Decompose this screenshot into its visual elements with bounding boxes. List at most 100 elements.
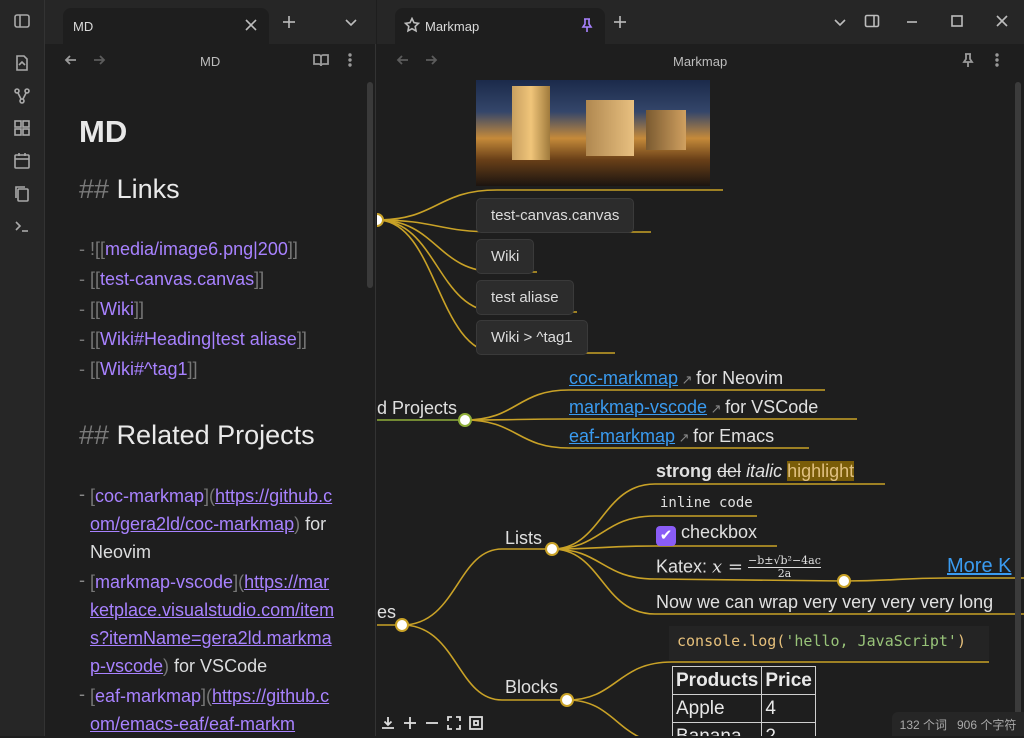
edge-vscode [464,418,857,421]
page-title: MD [79,114,128,149]
node-checkbox[interactable]: ✔ checkbox [656,522,757,546]
link-bracket-open: [[ [90,359,101,379]
project-item[interactable]: [coc-markmap](https://github.com/gera2ld… [90,482,335,566]
heading-text: Links [116,174,180,204]
markmap-toolbar [380,712,484,734]
back-arrow-icon[interactable] [63,52,81,70]
link-bracket-open: [[ [90,299,101,319]
node-aliase[interactable]: test aliase [476,280,574,315]
dash: - [79,329,85,349]
close-window-icon[interactable] [994,13,1010,32]
list-item[interactable]: - [[Wiki#^tag1]] [79,359,198,380]
dash: - [79,570,85,590]
tab-markmap[interactable]: Markmap [395,8,605,44]
editor-scrollbar[interactable] [367,82,373,288]
node-dot [458,413,472,427]
new-tab-icon[interactable] [281,14,297,33]
zoom-in-icon[interactable] [402,715,418,731]
node-coc[interactable]: coc-markmap ↗ for Neovim [569,368,783,389]
maximize-icon[interactable] [949,13,965,32]
canvas-icon[interactable] [12,118,32,138]
eaf-link[interactable]: eaf-markmap [569,426,675,446]
list-item[interactable]: - [[Wiki#Heading|test aliase]] [79,329,307,350]
node-eaf[interactable]: eaf-markmap ↗ for Emacs [569,426,774,447]
zoom-out-icon[interactable] [424,715,440,731]
list-item[interactable]: - [[test-canvas.canvas]] [79,269,264,290]
more-options-icon[interactable] [342,52,360,70]
link-bracket-open: ![[ [90,239,106,259]
terminal-icon[interactable] [12,216,32,236]
view-header: MD [45,44,375,78]
copy-icon[interactable] [12,184,32,204]
node-canvas[interactable]: test-canvas.canvas [476,198,635,233]
markmap-scrollbar[interactable] [1015,82,1021,736]
table-row: Apple 4 [671,694,816,723]
fit-view-icon[interactable] [446,715,462,731]
tab-list-chevron-icon[interactable] [343,14,359,33]
dash: - [79,484,85,504]
tab-bar-right: Markmap [377,0,1024,44]
pin-icon[interactable] [579,17,595,36]
node-dot [395,618,409,632]
code-fn: console.log( [677,632,786,650]
eaf-tail: for Emacs [693,426,775,446]
forward-arrow-icon[interactable] [91,52,109,70]
tab-list-chevron-icon-right[interactable] [832,14,848,33]
calendar-icon[interactable] [12,151,32,171]
sidebar-toggle-icon[interactable] [12,11,32,31]
node-wiki[interactable]: Wiki [476,239,535,274]
char-count: 906 个字符 [957,717,1017,732]
internal-link[interactable]: media/image6.png|200 [105,239,288,259]
checkbox-checked-icon[interactable]: ✔ [656,526,676,546]
markmap-pane: Markmap test-canvas.canvas Wiki test ali… [377,44,1024,736]
right-sidebar-toggle-icon[interactable] [864,13,880,32]
node-related: d Projects [377,398,458,418]
file-switcher-icon[interactable] [12,53,32,73]
table-cell: Banana [671,722,763,736]
link-bracket-close: ]] [134,299,145,319]
checkbox-label: checkbox [681,522,758,542]
table-row: Banana 2 [671,722,816,736]
katex-label: Katex: [656,556,708,577]
more-link[interactable]: More K [947,555,1011,577]
internal-link[interactable]: Wiki [100,299,134,319]
coc-link[interactable]: coc-markmap [569,368,678,388]
status-bar: 132 个词 906 个字符 [892,712,1024,736]
editor-pane: MD MD ## Links - ![[media/image6.png|200… [45,44,376,736]
recurse-icon[interactable] [468,715,484,731]
graph-view-icon[interactable] [12,86,32,106]
node-tag[interactable]: Wiki > ^tag1 [476,320,588,355]
internal-link[interactable]: Wiki#Heading|test aliase [100,329,297,349]
tab-markmap-label: Markmap [425,18,480,34]
tab-md[interactable]: MD [63,8,269,44]
vscode-link[interactable]: markmap-vscode [569,397,707,417]
project-name[interactable]: coc-markmap [95,486,204,506]
edge-checkbox [551,545,777,550]
download-icon[interactable] [380,715,396,731]
node-formatting: strong del italic highlight [656,461,855,482]
code-end: ) [956,632,966,650]
node-katex: Katex: x = −b±√b²−4ac 2a [656,555,821,580]
project-item[interactable]: [eaf-markmap](https://github.com/emacs-e… [90,682,335,738]
node-more[interactable]: More K [947,555,1011,578]
list-item[interactable]: - [[Wiki]] [79,299,144,320]
table-header: Products [671,666,763,695]
internal-link[interactable]: Wiki#^tag1 [100,359,187,379]
word-count: 132 个词 [899,717,947,732]
link-bracket-close: ]] [296,329,307,349]
project-name[interactable]: markmap-vscode [95,572,233,592]
heading-hash: ## [79,420,110,450]
node-vscode[interactable]: markmap-vscode ↗ for VSCode [569,397,818,418]
project-name[interactable]: eaf-markmap [95,686,201,706]
list-item[interactable]: - ![[media/image6.png|200]] [79,239,298,260]
node-wrap: Now we can wrap very very very very long [656,592,994,612]
internal-link[interactable]: test-canvas.canvas [100,269,254,289]
italic-text: italic [746,461,783,481]
minimize-icon[interactable] [904,14,920,33]
reading-view-icon[interactable] [313,52,331,70]
new-tab-icon-right[interactable] [612,14,628,33]
del-text: del [717,461,742,481]
close-tab-icon[interactable] [243,17,259,36]
table-cell: Apple [671,694,763,723]
project-item[interactable]: [markmap-vscode](https://marketplace.vis… [90,568,335,680]
